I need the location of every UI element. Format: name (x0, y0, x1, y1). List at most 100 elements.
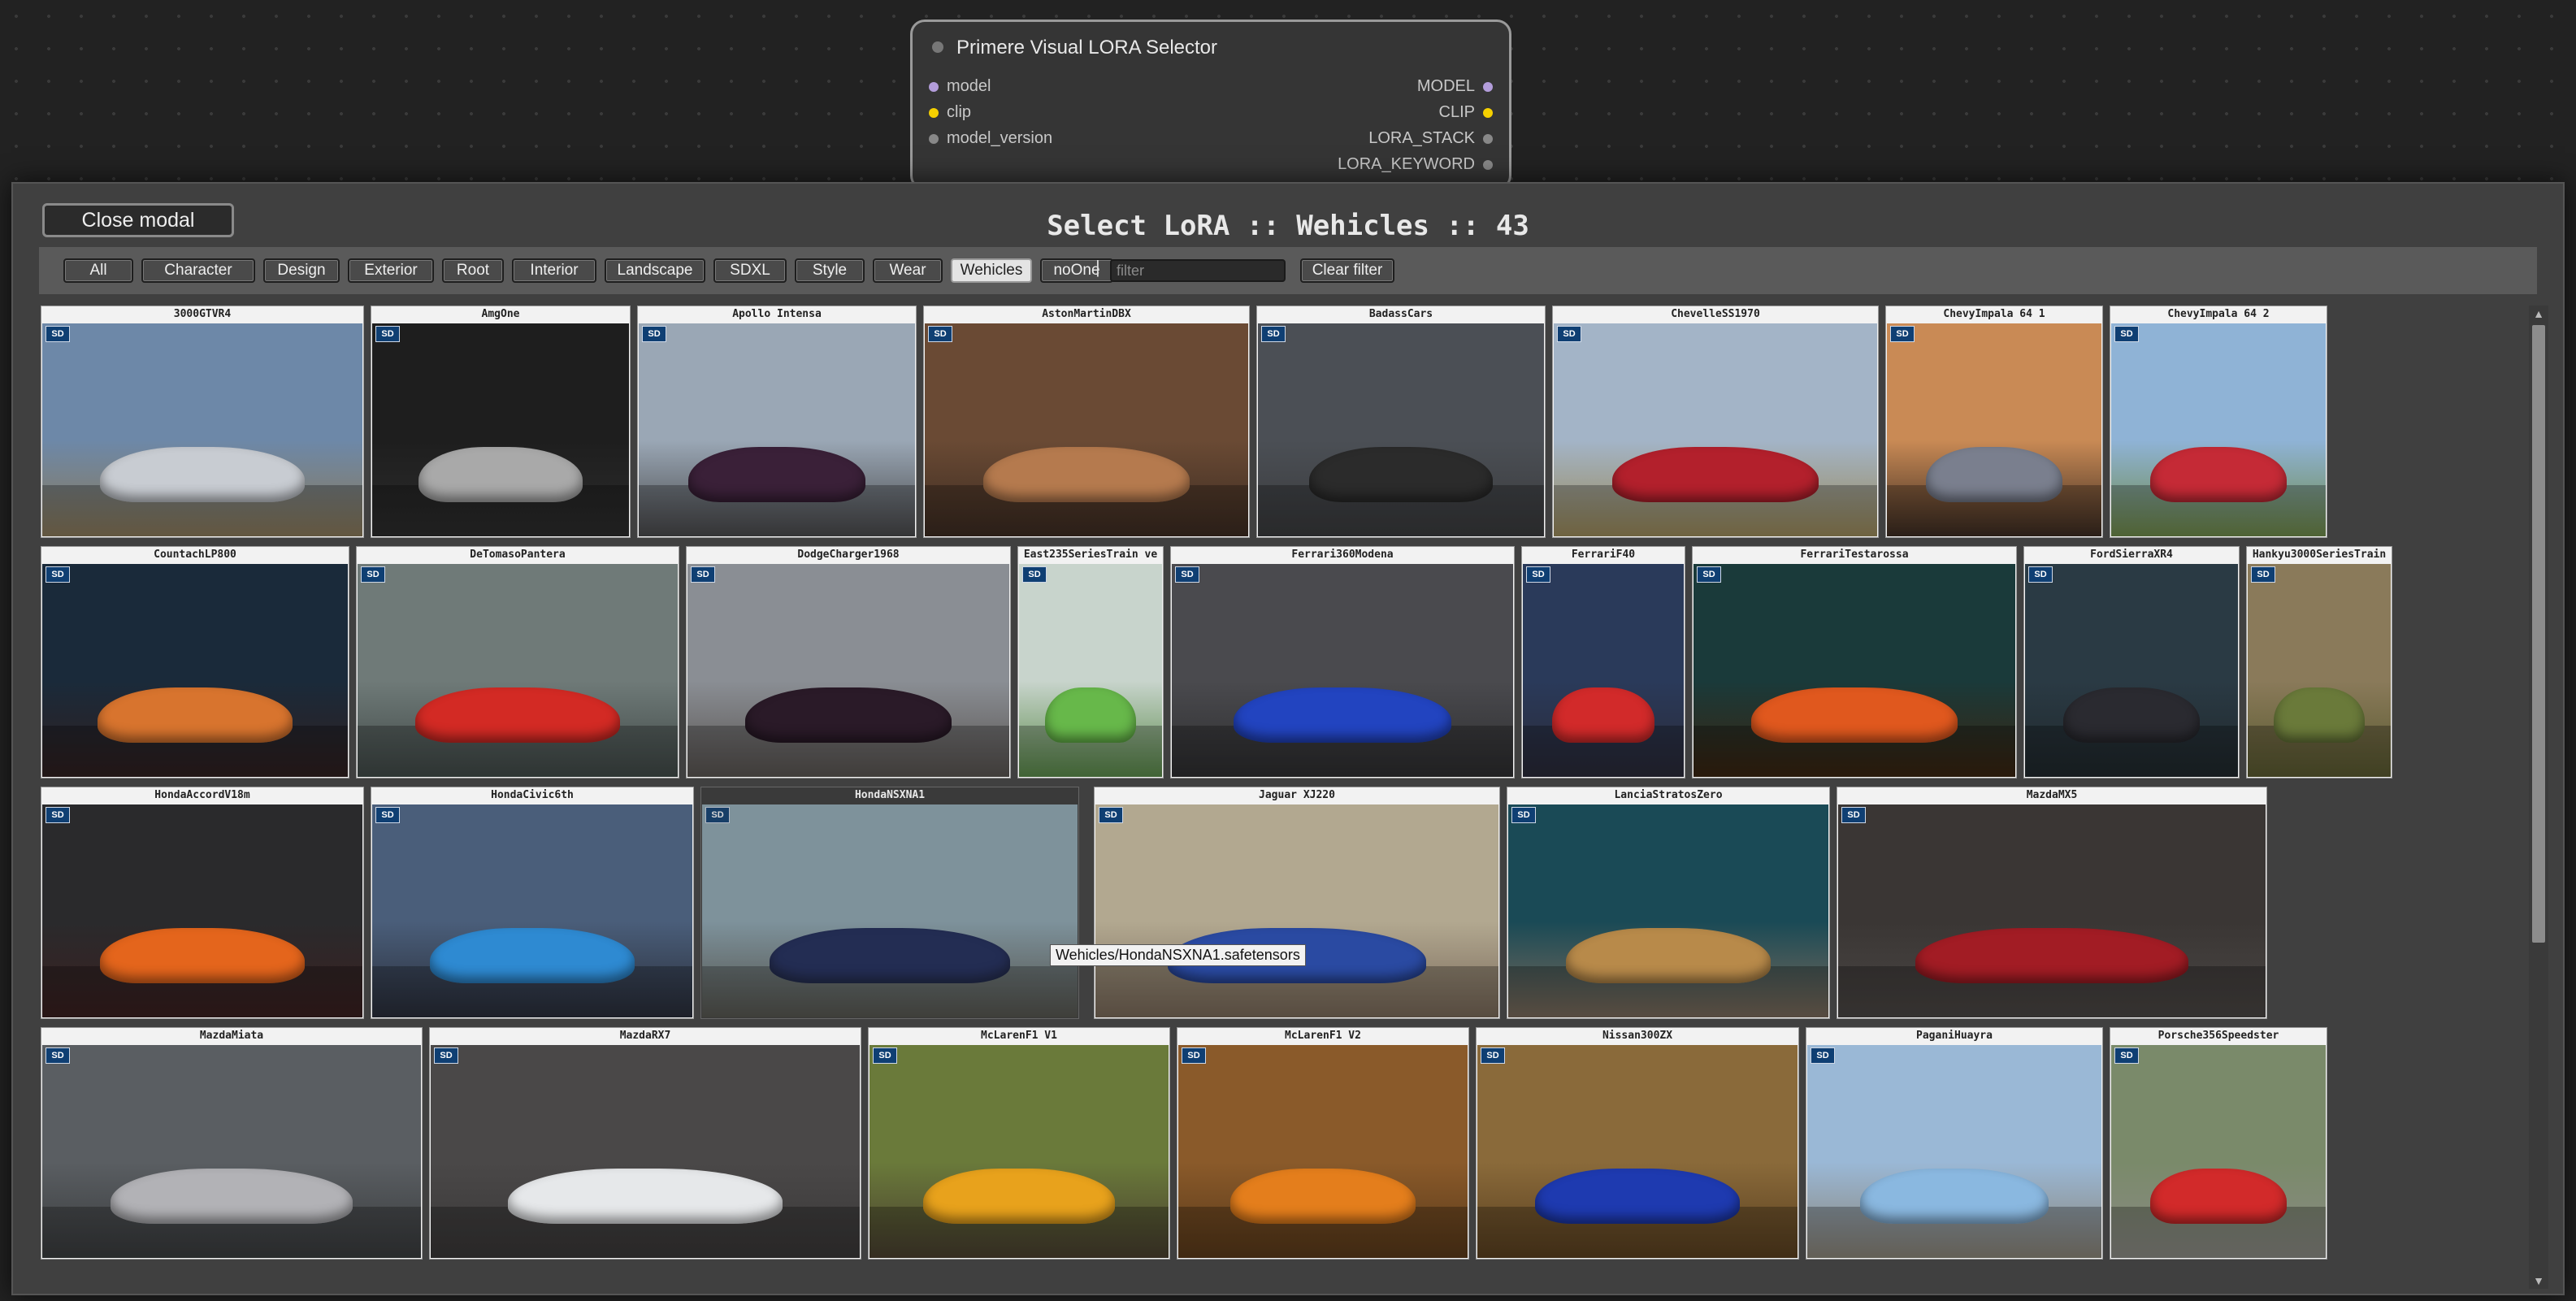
sd-version-badge: SD (2028, 566, 2053, 583)
lora-card-title: LanciaStratosZero (1614, 789, 1723, 801)
lora-preview-image: SD (431, 1045, 860, 1258)
lora-card[interactable]: HondaCivic6th SD (371, 787, 694, 1019)
sd-version-badge: SD (1175, 566, 1199, 583)
lora-card-title: FerrariF40 (1571, 549, 1636, 561)
scrollbar-thumb[interactable] (2532, 325, 2545, 943)
lora-card[interactable]: Hankyu3000SeriesTrain SD (2246, 546, 2392, 778)
filter-interior-button[interactable]: Interior (512, 258, 596, 283)
sd-version-badge: SD (1841, 807, 1866, 823)
lora-card[interactable]: Jaguar XJ220 SD (1094, 787, 1500, 1019)
filter-exterior-button[interactable]: Exterior (348, 258, 434, 283)
car-silhouette (99, 446, 306, 503)
car-silhouette (1233, 687, 1452, 744)
lora-card[interactable]: AmgOne SD (371, 306, 631, 538)
lora-card[interactable]: DodgeCharger1968 SD (686, 546, 1011, 778)
lora-card-title: FordSierraXR4 (2090, 549, 2173, 561)
car-silhouette (418, 446, 583, 503)
car-silhouette (414, 687, 621, 744)
filter-character-button[interactable]: Character (141, 258, 255, 283)
lora-preview-image: SD (42, 564, 348, 777)
sd-version-badge: SD (1557, 326, 1581, 342)
lora-card-title: HondaAccordV18m (154, 789, 250, 801)
lora-card[interactable]: 3000GTVR4 SD (41, 306, 364, 538)
output-clip-dot[interactable] (1483, 108, 1493, 118)
lora-card[interactable]: CountachLP800 SD (41, 546, 349, 778)
lora-card[interactable]: FordSierraXR4 SD (2023, 546, 2240, 778)
car-silhouette (1551, 687, 1655, 744)
lora-card[interactable]: McLarenF1 V1 SD (868, 1027, 1170, 1260)
sd-version-badge: SD (375, 326, 400, 342)
car-silhouette (923, 1168, 1115, 1225)
lora-card[interactable]: ChevyImpala 64 1 SD (1885, 306, 2103, 538)
lora-card[interactable]: LanciaStratosZero SD (1507, 787, 1830, 1019)
filter-all-button[interactable]: All (63, 258, 133, 283)
lora-card-title: Apollo Intensa (732, 308, 822, 320)
sd-version-badge: SD (928, 326, 952, 342)
sd-version-badge: SD (46, 566, 70, 583)
filter-landscape-button[interactable]: Landscape (605, 258, 705, 283)
lora-card[interactable]: FerrariTestarossa SD (1692, 546, 2017, 778)
node-collapse-dot[interactable] (932, 41, 943, 53)
lora-card[interactable]: HondaNSXNA1 SD (700, 787, 1079, 1019)
scroll-down-arrow-icon[interactable]: ▼ (2529, 1273, 2548, 1289)
scroll-up-arrow-icon[interactable]: ▲ (2529, 306, 2548, 322)
filter-design-button[interactable]: Design (263, 258, 340, 283)
lora-card[interactable]: BadassCars SD (1256, 306, 1546, 538)
car-silhouette (688, 446, 865, 503)
filter-wear-button[interactable]: Wear (873, 258, 943, 283)
output-lora-stack-dot[interactable] (1483, 134, 1493, 144)
lora-card[interactable]: DeTomasoPantera SD (356, 546, 679, 778)
lora-card[interactable]: MazdaMX5 SD (1837, 787, 2267, 1019)
sd-version-badge: SD (1526, 566, 1550, 583)
lora-card[interactable]: MazdaMiata SD (41, 1027, 423, 1260)
lora-card[interactable]: FerrariF40 SD (1521, 546, 1685, 778)
car-silhouette (745, 687, 952, 744)
lora-card-title: Porsche356Speedster (2158, 1030, 2279, 1042)
lora-card[interactable]: Nissan300ZX SD (1476, 1027, 1799, 1260)
car-silhouette (770, 927, 1010, 984)
lora-card-title: PaganiHuayra (1916, 1030, 1993, 1042)
lora-card-title: CountachLP800 (154, 549, 236, 561)
lora-card[interactable]: East235SeriesTrain ve SD (1017, 546, 1164, 778)
lora-card-title: HondaNSXNA1 (854, 789, 926, 801)
lora-card[interactable]: Porsche356Speedster SD (2110, 1027, 2327, 1260)
lora-card[interactable]: Ferrari360Modena SD (1170, 546, 1515, 778)
lora-preview-image: SD (2111, 323, 2326, 536)
lora-card[interactable]: AstonMartinDBX SD (923, 306, 1250, 538)
input-model-dot[interactable] (929, 82, 939, 92)
sd-version-badge: SD (1481, 1047, 1505, 1064)
lora-card[interactable]: ChevelleSS1970 SD (1552, 306, 1879, 538)
output-model-dot[interactable] (1483, 82, 1493, 92)
lora-card[interactable]: Apollo Intensa SD (637, 306, 917, 538)
lora-card[interactable]: McLarenF1 V2 SD (1177, 1027, 1469, 1260)
input-clip-dot[interactable] (929, 108, 939, 118)
car-silhouette (1044, 687, 1137, 744)
lora-preview-image: SD (42, 1045, 421, 1258)
filter-noone-button[interactable]: noOne (1040, 258, 1113, 283)
sd-version-badge: SD (1182, 1047, 1206, 1064)
lora-card[interactable]: MazdaRX7 SD (429, 1027, 861, 1260)
filter-wehicles-button[interactable]: Wehicles (951, 258, 1032, 283)
filter-root-button[interactable]: Root (442, 258, 504, 283)
output-lora-keyword-dot[interactable] (1483, 160, 1493, 170)
filter-sdxl-button[interactable]: SDXL (713, 258, 787, 283)
modal-scrollbar[interactable]: ▲ ▼ (2529, 306, 2548, 1289)
lora-selector-node[interactable]: Primere Visual LORA Selector model clip … (910, 20, 1511, 190)
filter-input[interactable] (1110, 259, 1286, 282)
lora-preview-image: SD (2111, 1045, 2326, 1258)
sd-version-badge: SD (1261, 326, 1286, 342)
lora-card[interactable]: ChevyImpala 64 2 SD (2110, 306, 2327, 538)
lora-card-title: DeTomasoPantera (470, 549, 566, 561)
lora-card-title: HondaCivic6th (491, 789, 574, 801)
clear-filter-button[interactable]: Clear filter (1300, 258, 1394, 283)
output-model-label: MODEL (1416, 77, 1475, 95)
car-silhouette (1915, 927, 2189, 984)
input-model-version-dot[interactable] (929, 134, 939, 144)
lora-card-title: Hankyu3000SeriesTrain (2252, 549, 2387, 561)
filter-style-button[interactable]: Style (795, 258, 865, 283)
lora-card[interactable]: HondaAccordV18m SD (41, 787, 364, 1019)
lora-card[interactable]: PaganiHuayra SD (1806, 1027, 2103, 1260)
sd-version-badge: SD (691, 566, 715, 583)
lora-preview-image: SD (1258, 323, 1544, 536)
lora-preview-image: SD (1178, 1045, 1468, 1258)
